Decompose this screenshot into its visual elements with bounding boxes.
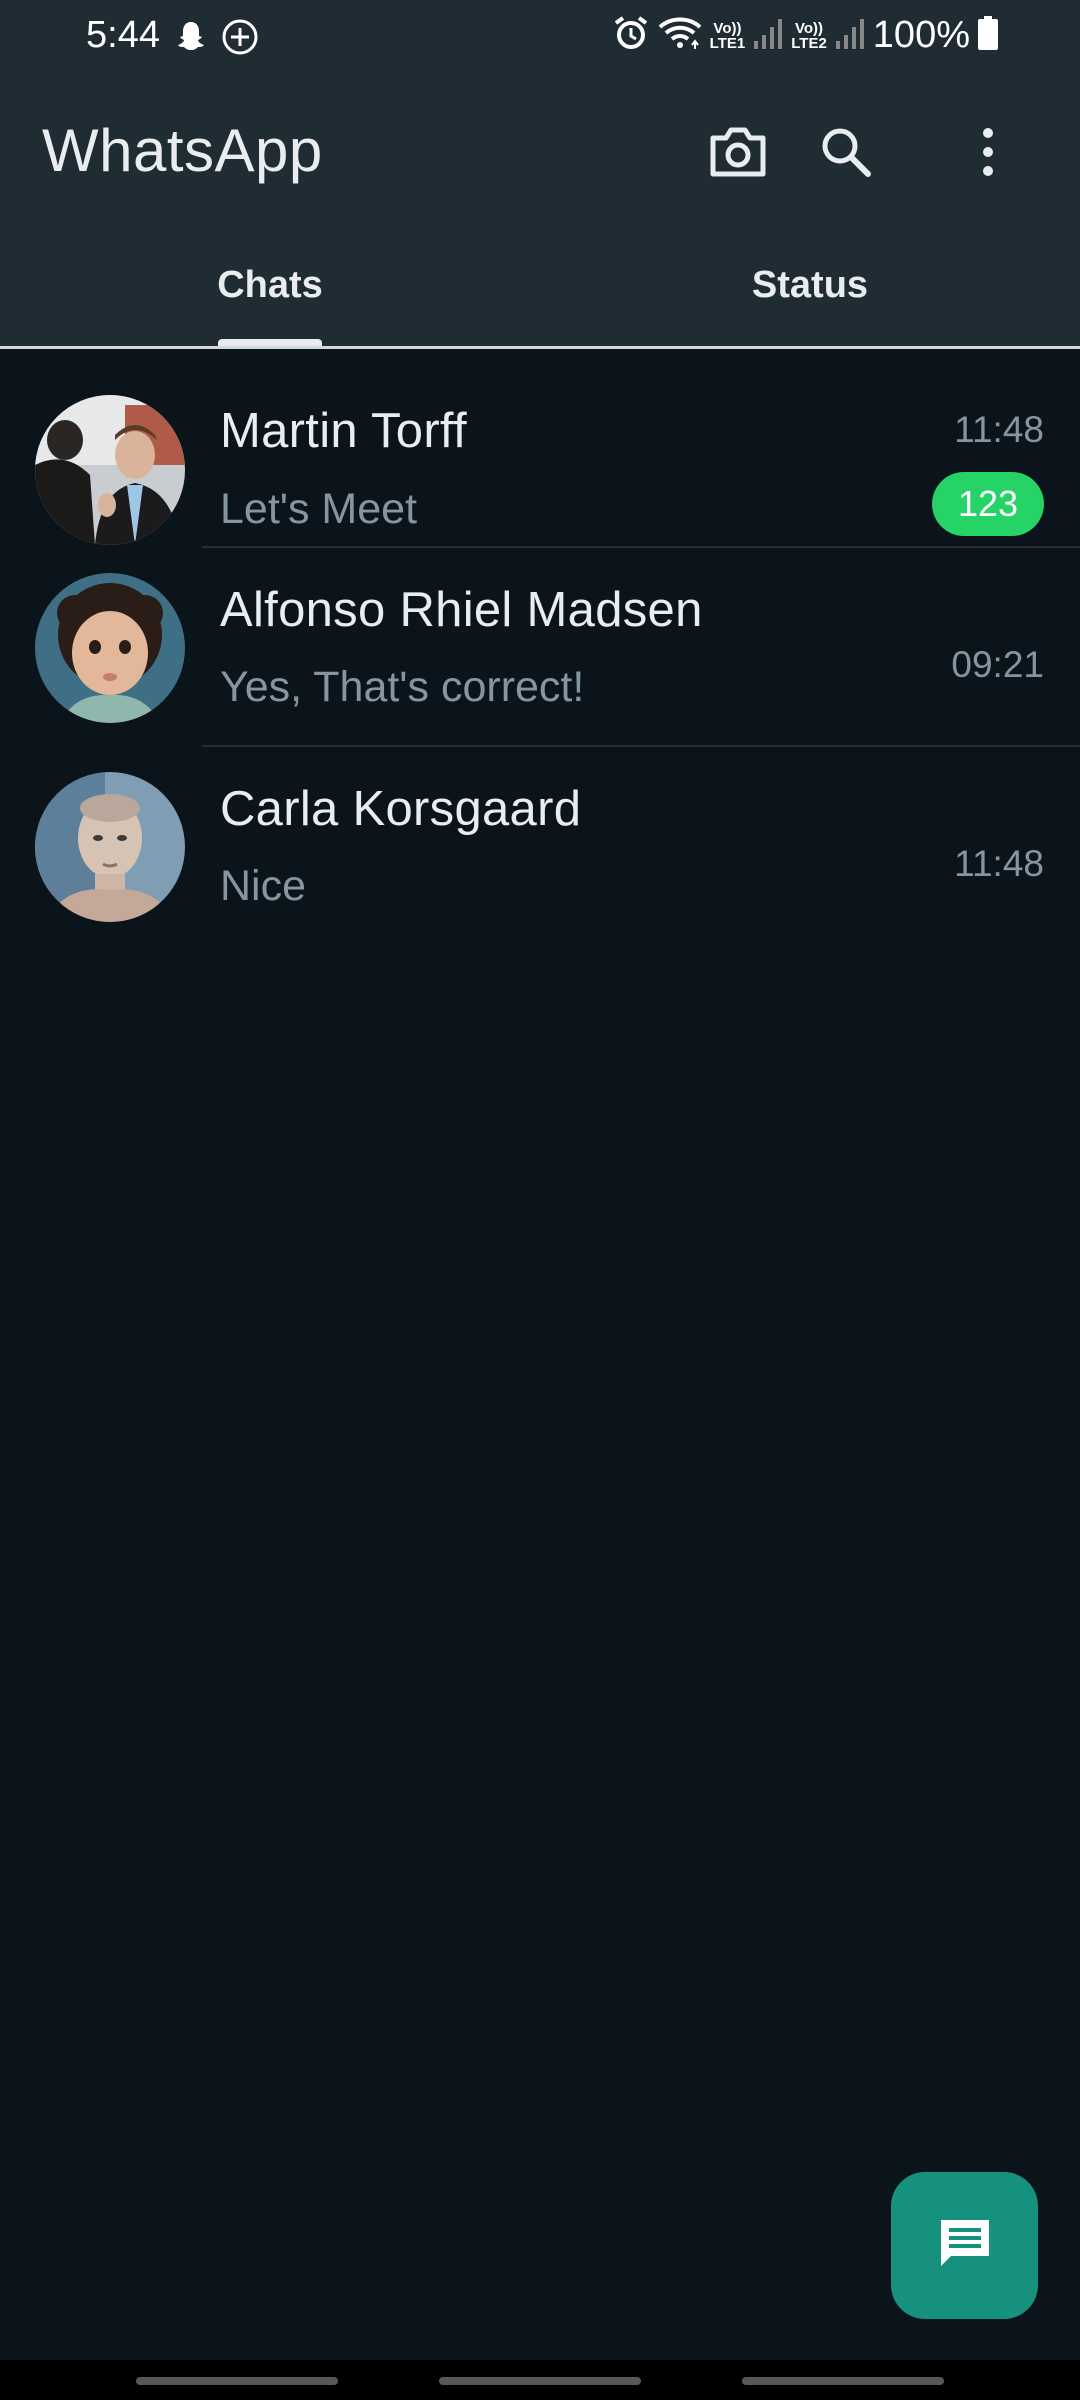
add-circle-icon (221, 18, 259, 61)
chat-name: Martin Torff (220, 404, 467, 458)
top-header: 5:44 Vo)) LTE1 Vo)) LTE2 100% WhatsApp C… (0, 0, 1080, 346)
tab-bar: Chats Status (0, 224, 1080, 346)
unread-count-badge: 123 (932, 472, 1044, 536)
avatar[interactable] (35, 573, 185, 723)
nav-back[interactable] (742, 2377, 944, 2385)
status-bar: 5:44 Vo)) LTE1 Vo)) LTE2 100% (0, 0, 1080, 76)
chat-time: 09:21 (951, 644, 1044, 685)
app-title: WhatsApp (42, 117, 323, 184)
signal-1-icon (753, 17, 783, 54)
nav-home[interactable] (439, 2377, 641, 2385)
status-right-icons: Vo)) LTE1 Vo)) LTE2 100% (612, 14, 998, 57)
chat-time: 11:48 (954, 843, 1044, 884)
sim2-bottom: LTE2 (791, 34, 827, 52)
chat-row-alfonso-rhiel-madsen[interactable]: Alfonso Rhiel Madsen Yes, That's correct… (0, 548, 1080, 747)
avatar[interactable] (35, 772, 185, 922)
wifi-icon (658, 15, 702, 56)
app-bar: WhatsApp (0, 76, 1080, 224)
chat-last-message: Nice (220, 862, 307, 910)
sim1-bottom: LTE1 (709, 34, 746, 52)
nav-recent-apps[interactable] (136, 2377, 338, 2385)
tab-chats[interactable]: Chats (0, 224, 540, 346)
chat-time: 11:48 (954, 409, 1044, 450)
chat-name: Carla Korsgaard (220, 782, 582, 836)
camera-icon[interactable] (706, 120, 770, 184)
avatar[interactable] (35, 395, 185, 545)
status-time: 5:44 (86, 14, 160, 56)
chat-last-message: Let's Meet (220, 485, 418, 533)
snapchat-ghost-icon (175, 19, 207, 60)
new-chat-icon (937, 2216, 993, 2275)
chat-last-message: Yes, That's correct! (220, 663, 585, 711)
new-chat-button[interactable] (891, 2172, 1038, 2319)
alarm-icon (612, 14, 650, 57)
battery-icon (978, 16, 998, 55)
status-left-icons (175, 18, 259, 61)
sim2-label: Vo)) LTE2 (791, 21, 827, 51)
chat-row-martin-torff[interactable]: Martin Torff Let's Meet 11:48 123 (0, 349, 1080, 548)
battery-level: 100% (872, 14, 970, 56)
chat-row-carla-korsgaard[interactable]: Carla Korsgaard Nice 11:48 (0, 747, 1080, 946)
sim1-label: Vo)) LTE1 (710, 21, 746, 51)
signal-2-icon (835, 17, 865, 54)
tab-selected-indicator (218, 339, 322, 346)
tab-status[interactable]: Status (540, 224, 1080, 346)
search-icon[interactable] (814, 120, 878, 184)
system-nav-bar (0, 2360, 1080, 2400)
chat-list: Martin Torff Let's Meet 11:48 123 Alfons… (0, 349, 1080, 946)
chat-name: Alfonso Rhiel Madsen (220, 583, 703, 637)
more-vertical-icon[interactable] (956, 120, 1020, 184)
